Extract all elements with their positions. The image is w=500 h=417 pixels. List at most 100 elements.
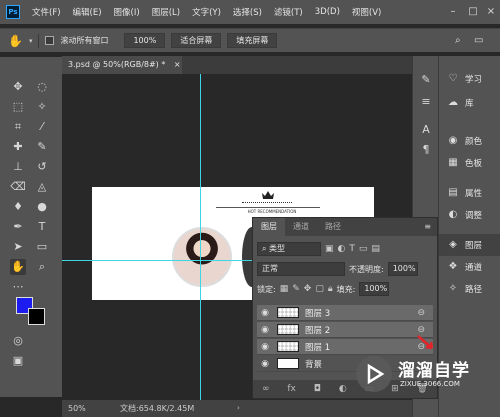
panel-learn[interactable]: ♡ 学习 bbox=[439, 68, 500, 90]
eye-icon[interactable]: ◉ bbox=[257, 359, 273, 369]
menu-layer[interactable]: 图层(L) bbox=[146, 6, 186, 18]
menu-view[interactable]: 视图(V) bbox=[346, 6, 387, 18]
workspace-icon[interactable]: ▭ bbox=[474, 35, 483, 46]
filter-adjust-icon[interactable]: ◐ bbox=[338, 244, 346, 254]
panel-color[interactable]: ◉ 颜色 bbox=[439, 130, 500, 152]
lock-transparent-icon[interactable]: ▦ bbox=[280, 284, 289, 294]
lock-all-icon[interactable]: 🔒︎ bbox=[328, 284, 333, 294]
menu-filter[interactable]: 滤镜(T) bbox=[268, 6, 309, 18]
history-brush-tool-icon[interactable]: ↺ bbox=[34, 159, 50, 175]
brush-tool-icon[interactable]: ✎ bbox=[34, 139, 50, 155]
quick-mask-icon[interactable]: ◎ bbox=[10, 333, 26, 349]
panel-adjustments[interactable]: ◐ 调整 bbox=[439, 204, 500, 226]
opacity-input[interactable]: 100% bbox=[387, 262, 418, 276]
blend-mode-select[interactable]: 正常 bbox=[257, 262, 345, 276]
lock-image-icon[interactable]: ✎ bbox=[292, 284, 300, 294]
layer-row[interactable]: ◉ 图层 3 ⊖ bbox=[257, 305, 433, 321]
panel-paths[interactable]: ✧ 路径 bbox=[439, 278, 500, 300]
eye-icon[interactable]: ◉ bbox=[257, 325, 273, 335]
path-selection-tool-icon[interactable]: ➤ bbox=[10, 239, 26, 255]
panel-swatches[interactable]: ▦ 色板 bbox=[439, 152, 500, 174]
menu-edit[interactable]: 编辑(E) bbox=[67, 6, 108, 18]
panel-library[interactable]: ☁ 库 bbox=[439, 92, 500, 114]
rectangle-tool-icon[interactable]: ▭ bbox=[34, 239, 50, 255]
add-mask-icon[interactable]: ◘ bbox=[314, 384, 321, 394]
minimize-icon[interactable]: – bbox=[446, 5, 460, 19]
panel-channels[interactable]: ❖ 通道 bbox=[439, 256, 500, 278]
tab-close-icon[interactable]: × bbox=[174, 60, 181, 69]
fit-screen-button[interactable]: 适合屏幕 bbox=[171, 33, 222, 48]
eyedropper-tool-icon[interactable]: ⁄ bbox=[34, 119, 50, 135]
menu-3d[interactable]: 3D(D) bbox=[309, 7, 346, 17]
screen-mode-icon[interactable]: ▣ bbox=[10, 353, 26, 369]
link-icon: ⊖ bbox=[417, 324, 425, 335]
filter-shape-icon[interactable]: ▭ bbox=[359, 244, 368, 254]
horizontal-guide[interactable] bbox=[62, 260, 252, 261]
toolbox: ✥ ◌ ⬚ ✧ ⌗ ⁄ ✚ ✎ ⊥ ↺ ⌫ ◬ ♦ ● ✒ T ➤ ▭ ✋ ⌕ … bbox=[0, 57, 62, 397]
healing-brush-tool-icon[interactable]: ✚ bbox=[10, 139, 26, 155]
paint-bucket-tool-icon[interactable]: ◬ bbox=[34, 179, 50, 195]
status-arrow-icon[interactable]: › bbox=[237, 400, 240, 417]
tab-channels[interactable]: 通道 bbox=[285, 218, 317, 236]
document-tab-row: 3.psd @ 50%(RGB/8#) * × bbox=[62, 56, 412, 74]
tab-layers[interactable]: 图层 bbox=[253, 218, 285, 236]
layer-style-icon[interactable]: fx bbox=[287, 384, 296, 394]
scroll-all-checkbox[interactable] bbox=[45, 36, 55, 45]
fill-input[interactable]: 100% bbox=[359, 282, 390, 296]
brush-presets-icon[interactable]: ≡ bbox=[418, 94, 434, 110]
brush-settings-icon[interactable]: ✎ bbox=[418, 72, 434, 88]
zoom-level[interactable]: 50% bbox=[68, 400, 86, 417]
marquee-tool-icon[interactable]: ⬚ bbox=[10, 99, 26, 115]
menu-type[interactable]: 文字(Y) bbox=[186, 6, 227, 18]
search-icon[interactable]: ⌕ bbox=[455, 35, 461, 46]
divider-dots bbox=[242, 202, 292, 205]
panel-swatches-label: 色板 bbox=[465, 159, 483, 169]
menu-file[interactable]: 文件(F) bbox=[26, 6, 67, 18]
filter-kind-select[interactable]: ⌕ 类型 bbox=[257, 242, 321, 256]
maximize-icon[interactable]: □ bbox=[466, 5, 480, 19]
dodge-tool-icon[interactable]: ● bbox=[34, 199, 50, 215]
menu-image[interactable]: 图像(I) bbox=[108, 6, 146, 18]
lasso-tool-icon[interactable]: ◌ bbox=[34, 79, 50, 95]
new-adjustment-icon[interactable]: ◐ bbox=[339, 384, 347, 394]
filter-type-icon[interactable]: T bbox=[349, 244, 355, 254]
zoom-100-button[interactable]: 100% bbox=[124, 33, 166, 48]
crop-tool-icon[interactable]: ⌗ bbox=[10, 119, 26, 135]
link-layers-icon[interactable]: ∞ bbox=[262, 384, 270, 394]
tab-paths[interactable]: 路径 bbox=[317, 218, 349, 236]
more-tools-icon[interactable]: ⋯ bbox=[10, 279, 26, 295]
bulb-icon: ♡ bbox=[448, 73, 458, 84]
panel-menu-icon[interactable]: ≡ bbox=[424, 218, 437, 236]
layer-row[interactable]: ◉ 图层 2 ⊖ bbox=[257, 322, 433, 338]
type-tool-icon[interactable]: T bbox=[34, 219, 50, 235]
eye-icon[interactable]: ◉ bbox=[257, 342, 273, 352]
panel-layers-label: 图层 bbox=[465, 241, 483, 251]
magic-wand-tool-icon[interactable]: ✧ bbox=[34, 99, 50, 115]
filter-smart-icon[interactable]: ▤ bbox=[371, 244, 380, 254]
character-icon[interactable]: A bbox=[418, 122, 434, 138]
close-icon[interactable]: × bbox=[484, 5, 498, 19]
layer-name: 图层 1 bbox=[305, 342, 331, 353]
filter-pixel-icon[interactable]: ▣ bbox=[325, 244, 334, 254]
background-color-swatch[interactable] bbox=[28, 308, 45, 325]
chevron-down-icon[interactable]: ▾ bbox=[29, 37, 33, 45]
fill-screen-button[interactable]: 填充屏幕 bbox=[227, 33, 278, 48]
lock-position-icon[interactable]: ✥ bbox=[304, 284, 312, 294]
search-icon: ⌕ bbox=[262, 244, 270, 253]
eraser-tool-icon[interactable]: ⌫ bbox=[10, 179, 26, 195]
pen-tool-icon[interactable]: ✒ bbox=[10, 219, 26, 235]
move-tool-icon[interactable]: ✥ bbox=[10, 79, 26, 95]
eye-icon[interactable]: ◉ bbox=[257, 308, 273, 318]
paragraph-icon[interactable]: ¶ bbox=[418, 142, 434, 158]
zoom-tool-icon[interactable]: ⌕ bbox=[34, 259, 50, 275]
blur-tool-icon[interactable]: ♦ bbox=[10, 199, 26, 215]
document-tab[interactable]: 3.psd @ 50%(RGB/8#) * × bbox=[62, 56, 182, 74]
panel-layers[interactable]: ◈ 图层 bbox=[439, 234, 500, 256]
panel-properties[interactable]: ▤ 属性 bbox=[439, 182, 500, 204]
vertical-guide[interactable] bbox=[200, 74, 201, 400]
menu-select[interactable]: 选择(S) bbox=[227, 6, 268, 18]
layers-icon: ◈ bbox=[449, 239, 457, 250]
clone-stamp-tool-icon[interactable]: ⊥ bbox=[10, 159, 26, 175]
lock-artboard-icon[interactable]: ▢ bbox=[315, 284, 324, 294]
hand-tool-icon[interactable]: ✋ bbox=[10, 259, 26, 275]
